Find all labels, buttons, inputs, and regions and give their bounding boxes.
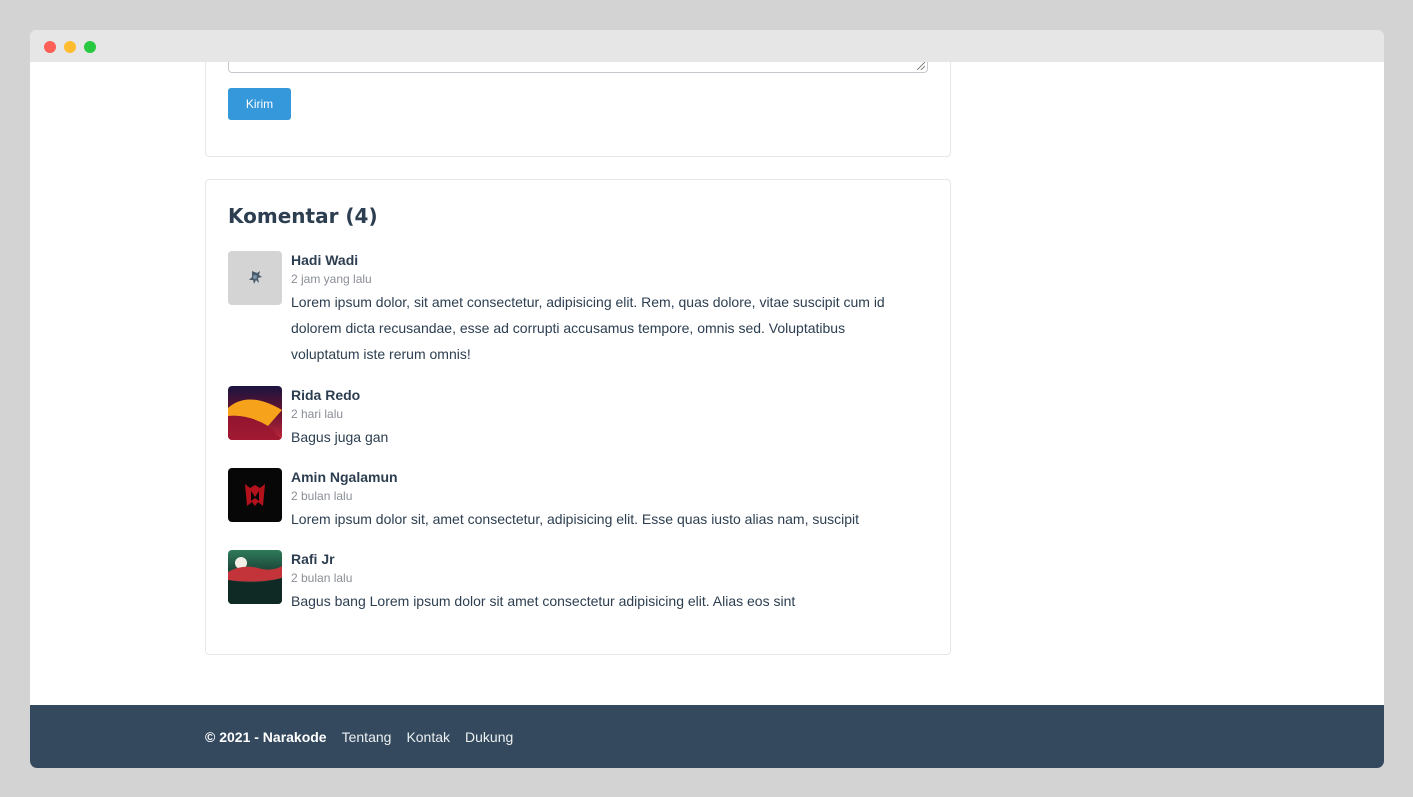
comment-author[interactable]: Amin Ngalamun: [291, 468, 916, 486]
comment-author[interactable]: Rida Redo: [291, 386, 916, 404]
avatar: [228, 386, 282, 440]
footer-link-tentang[interactable]: Tentang: [342, 729, 392, 745]
close-window-button[interactable]: [44, 41, 56, 53]
resize-grip-icon[interactable]: [917, 62, 925, 70]
comment-time: 2 hari lalu: [291, 407, 344, 421]
comment-text: Lorem ipsum dolor sit, amet consectetur,…: [291, 511, 860, 527]
comment-time: 2 bulan lalu: [291, 489, 353, 503]
comment-text: Lorem ipsum dolor, sit amet consectetur,…: [291, 294, 885, 362]
comment-text: Bagus juga gan: [291, 429, 389, 445]
window-titlebar: [30, 30, 1384, 62]
comment-time: 2 jam yang lalu: [291, 272, 372, 286]
comment-author[interactable]: Rafi Jr: [291, 550, 916, 568]
comments-heading: Komentar (4): [228, 204, 378, 228]
footer-link-dukung[interactable]: Dukung: [465, 729, 513, 745]
avatar: [228, 251, 282, 305]
site-footer: © 2021 - Narakode Tentang Kontak Dukung: [30, 705, 1384, 768]
avatar: [228, 468, 282, 522]
comments-card: Komentar (4) Hadi Wadi 2 jam yang lalu L…: [205, 179, 951, 655]
maximize-window-button[interactable]: [84, 41, 96, 53]
browser-window: Kirim Komentar (4) Hadi Wadi 2 jam yang …: [30, 30, 1384, 768]
submit-comment-button[interactable]: Kirim: [228, 88, 291, 120]
footer-link-kontak[interactable]: Kontak: [406, 729, 450, 745]
comment-author[interactable]: Hadi Wadi: [291, 251, 916, 269]
comment-time: 2 bulan lalu: [291, 571, 353, 585]
avatar: [228, 550, 282, 604]
minimize-window-button[interactable]: [64, 41, 76, 53]
comment-text: Bagus bang Lorem ipsum dolor sit amet co…: [291, 593, 796, 609]
footer-copyright: © 2021 - Narakode: [205, 728, 327, 745]
